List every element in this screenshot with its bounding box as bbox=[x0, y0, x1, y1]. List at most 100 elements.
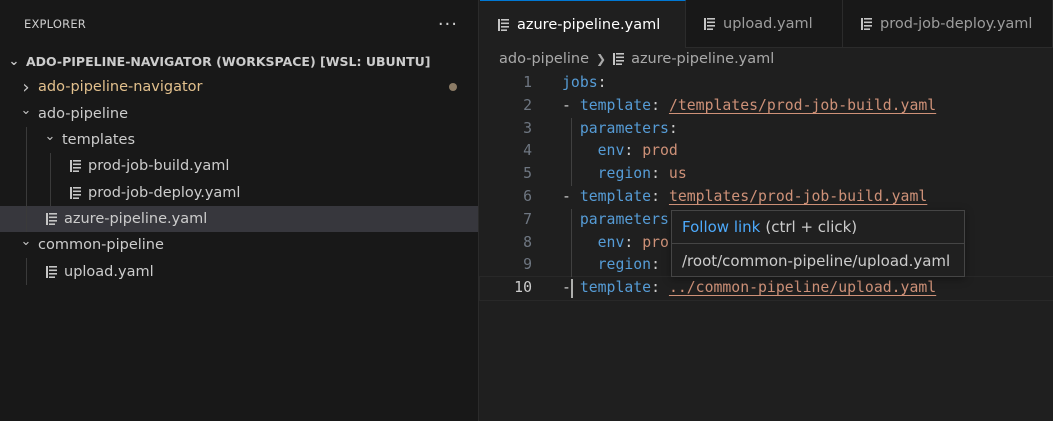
tree-item-label: ado-pipeline-navigator bbox=[38, 79, 203, 96]
line-content: region: us bbox=[562, 163, 687, 186]
tree-item[interactable]: azure-pipeline.yaml bbox=[0, 205, 478, 233]
tab-label: azure-pipeline.yaml bbox=[517, 16, 661, 33]
code-token: : bbox=[651, 165, 669, 183]
tree-item[interactable]: ⌄ templates bbox=[0, 126, 478, 154]
tree-item-label: upload.yaml bbox=[64, 263, 154, 280]
explorer-title: EXPLORER bbox=[24, 17, 86, 31]
line-number: 10 bbox=[514, 279, 532, 297]
line-number: 2 bbox=[523, 96, 532, 114]
code-token: prod bbox=[642, 142, 678, 160]
line-content: - template: ../common-pipeline/upload.ya… bbox=[562, 277, 936, 300]
lines-file-icon bbox=[42, 212, 60, 225]
lines-file-icon bbox=[498, 18, 509, 31]
tree-item-label: prod-job-deploy.yaml bbox=[88, 184, 241, 201]
lines-file-icon bbox=[66, 186, 84, 199]
indent-guide bbox=[26, 179, 27, 206]
tree-item[interactable]: upload.yaml bbox=[0, 258, 478, 285]
lines-file-icon bbox=[861, 17, 872, 30]
line-content: parameters bbox=[562, 209, 669, 232]
follow-link-shortcut: (ctrl + click) bbox=[765, 218, 858, 236]
line-number: 8 bbox=[523, 233, 532, 251]
code-token: region bbox=[597, 256, 652, 274]
tab-0[interactable]: azure-pipeline.yaml bbox=[480, 0, 686, 48]
code-token: : bbox=[624, 142, 643, 160]
line-number: 9 bbox=[523, 256, 532, 274]
tree-item-label: templates bbox=[62, 132, 136, 149]
chevron-down-icon: ⌄ bbox=[44, 129, 56, 145]
line-content: env: pro bbox=[562, 232, 669, 255]
code-line: 10 - template: ../common-pipeline/upload.… bbox=[479, 276, 1053, 301]
code-line: 5 region: us bbox=[480, 163, 1053, 186]
code-token: env bbox=[597, 142, 625, 160]
code-token: template bbox=[579, 96, 652, 114]
breadcrumb-folder[interactable]: ado-pipeline bbox=[499, 51, 589, 67]
workspace-section-header[interactable]: ⌄ ADO-PIPELINE-NAVIGATOR (WORKSPACE) [WS… bbox=[0, 48, 478, 74]
link-hover-tooltip: Follow link (ctrl + click) /root/common-… bbox=[671, 210, 965, 277]
code-token: template bbox=[579, 187, 652, 205]
code-token: pro bbox=[642, 233, 669, 251]
line-number: 5 bbox=[523, 165, 532, 183]
code-token: parameters bbox=[579, 210, 669, 228]
tree-item[interactable]: prod-job-deploy.yaml bbox=[0, 179, 478, 206]
code-token: : bbox=[597, 74, 607, 91]
indent-guide bbox=[26, 205, 27, 233]
indent-guide bbox=[26, 153, 27, 180]
code-line: 2 - template: /templates/prod-job-build.y… bbox=[480, 95, 1053, 118]
code-token: : bbox=[651, 96, 669, 114]
line-number: 7 bbox=[523, 210, 532, 228]
code-token: - bbox=[562, 96, 580, 114]
hover-follow-row: Follow link (ctrl + click) bbox=[672, 211, 964, 244]
breadcrumb-file[interactable]: azure-pipeline.yaml bbox=[631, 51, 774, 67]
code-token: env bbox=[597, 233, 625, 251]
tab-label: prod-job-deploy.yaml bbox=[880, 15, 1033, 32]
tab-label: upload.yaml bbox=[723, 15, 813, 32]
tree-item-label: prod-job-build.yaml bbox=[88, 158, 230, 175]
tree-item-label: common-pipeline bbox=[38, 237, 164, 254]
tree-item[interactable]: › ado-pipeline-navigator bbox=[0, 74, 478, 100]
explorer-header: EXPLORER ··· bbox=[0, 0, 478, 48]
line-number: 6 bbox=[523, 187, 532, 205]
chevron-down-icon: ⌄ bbox=[20, 234, 32, 250]
code-token: region bbox=[597, 165, 652, 183]
follow-link[interactable]: Follow link bbox=[682, 218, 760, 236]
path-link[interactable]: ../common-pipeline/upload.yaml bbox=[669, 279, 936, 296]
more-actions-icon[interactable]: ··· bbox=[438, 14, 458, 35]
indent-guide bbox=[571, 208, 572, 278]
tab-2[interactable]: prod-job-deploy.yaml bbox=[843, 0, 1053, 47]
code-token: : bbox=[651, 256, 661, 274]
line-number: 4 bbox=[523, 142, 532, 160]
text-cursor bbox=[571, 279, 573, 299]
indent-guide bbox=[50, 179, 51, 206]
line-number: 1 bbox=[523, 74, 532, 91]
code-line: 4 env: prod bbox=[480, 140, 1053, 163]
line-content: jobs: bbox=[562, 72, 607, 95]
path-link[interactable]: templates/prod-job-build.yaml bbox=[669, 188, 927, 205]
line-number: 3 bbox=[523, 119, 532, 137]
chevron-down-icon: ⌄ bbox=[8, 53, 20, 69]
code-line: 6 - template: templates/prod-job-build.ya… bbox=[480, 186, 1053, 209]
line-content: env: prod bbox=[562, 140, 678, 163]
code-token: - bbox=[562, 187, 580, 205]
tree-item[interactable]: ⌄ ado-pipeline bbox=[0, 101, 478, 127]
tree-item[interactable]: ⌄ common-pipeline bbox=[0, 232, 478, 258]
tab-1[interactable]: upload.yaml bbox=[686, 0, 843, 47]
code-token: parameters bbox=[579, 119, 669, 137]
tree-item[interactable]: prod-job-build.yaml bbox=[0, 153, 478, 180]
code-token: : bbox=[651, 279, 669, 297]
code-token: : bbox=[651, 187, 669, 205]
file-tree: › ado-pipeline-navigator ⌄ ado-pipeline ⌄ tem… bbox=[0, 74, 478, 285]
line-content: parameters: bbox=[562, 118, 678, 141]
chevron-down-icon: ⌄ bbox=[20, 102, 32, 118]
code-line: 1 jobs: bbox=[480, 72, 1053, 95]
code-token: : bbox=[624, 233, 643, 251]
lines-file-icon bbox=[66, 160, 84, 173]
line-content: region: bbox=[562, 254, 660, 277]
breadcrumb: ado-pipeline ❯ azure-pipeline.yaml bbox=[480, 47, 1053, 71]
workspace-label: ADO-PIPELINE-NAVIGATOR (WORKSPACE) [WSL:… bbox=[26, 53, 431, 69]
line-content: - template: /templates/prod-job-build.ya… bbox=[562, 95, 936, 118]
code-token: jobs bbox=[562, 74, 598, 91]
line-content: - template: templates/prod-job-build.yam… bbox=[562, 186, 927, 209]
path-link[interactable]: /templates/prod-job-build.yaml bbox=[669, 97, 936, 114]
